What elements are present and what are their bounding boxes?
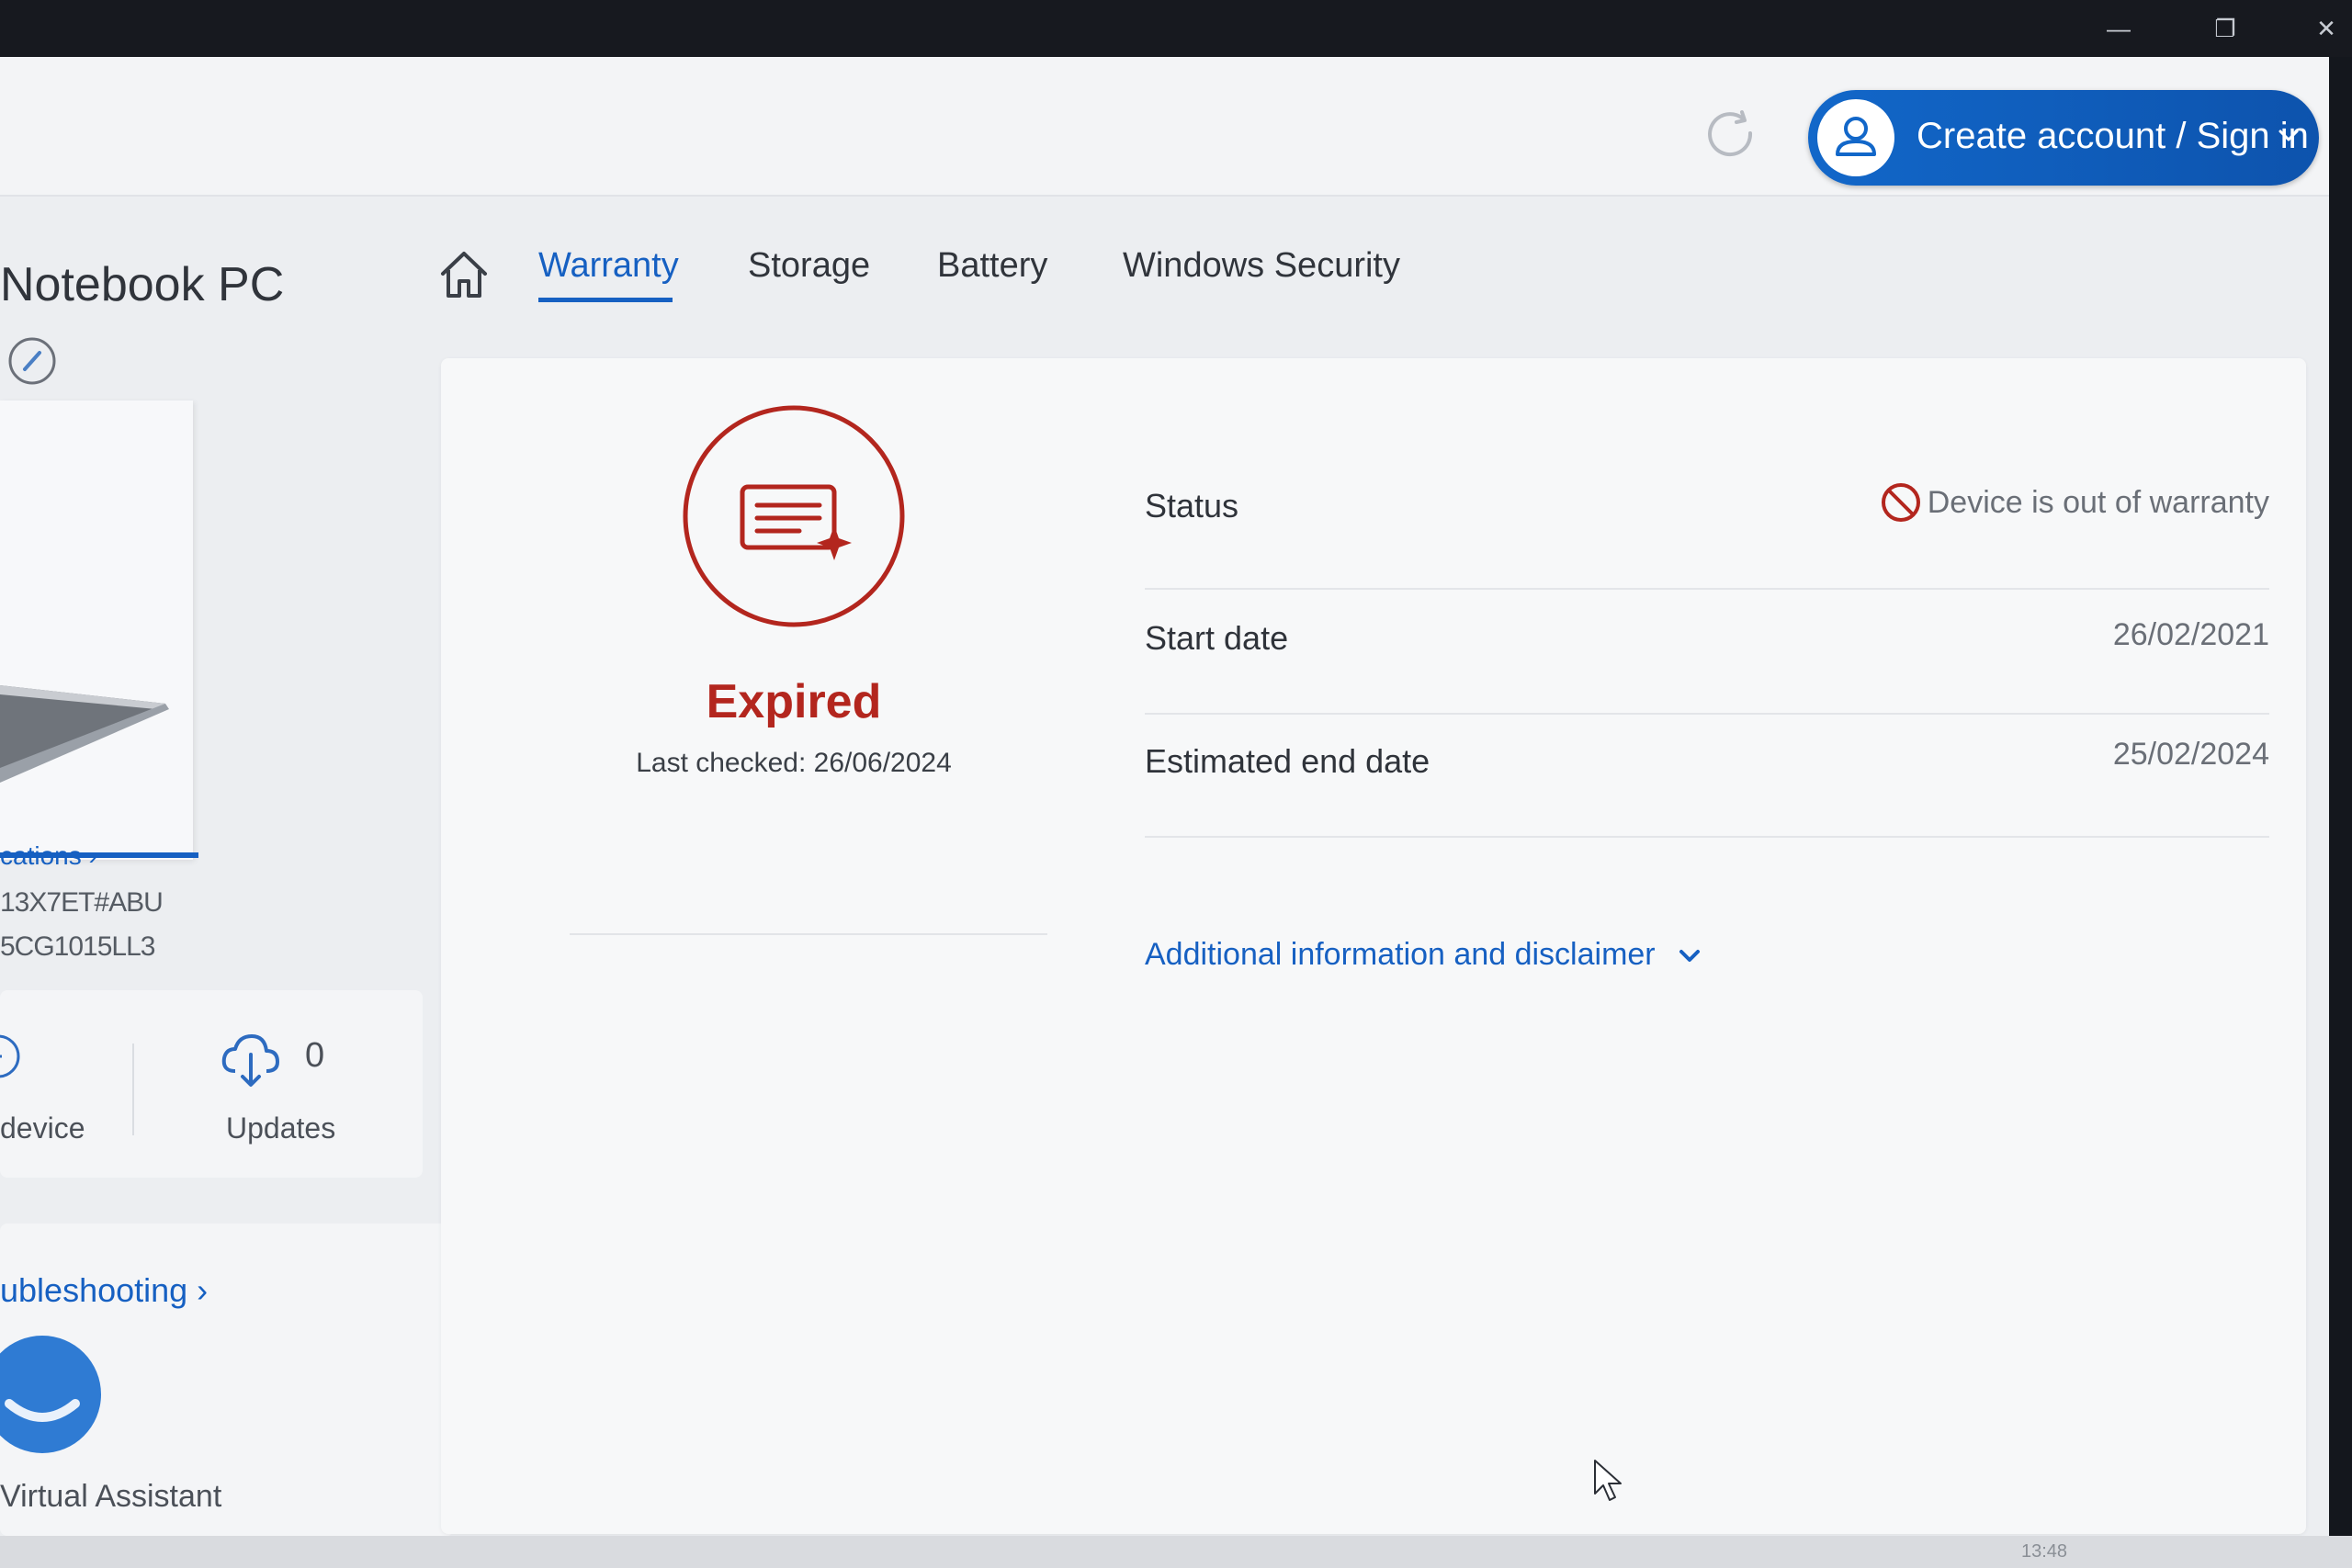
tab-storage[interactable]: Storage	[748, 246, 870, 286]
chevron-down-icon	[2278, 130, 2299, 141]
device-status-icon	[0, 1034, 20, 1078]
virtual-assistant-label[interactable]: Virtual Assistant	[0, 1479, 221, 1515]
row-divider	[1145, 713, 2269, 715]
device-card: cations ›	[0, 400, 193, 870]
device-card-underline	[0, 852, 198, 858]
troubleshooting-card: ubleshooting › Virtual Assistant	[0, 1224, 454, 1536]
user-icon	[1817, 99, 1894, 176]
device-stat-label: device	[0, 1111, 85, 1145]
row-divider	[1145, 836, 2269, 838]
status-value: Device is out of warranty	[1880, 481, 2269, 524]
product-number: 13X7ET#ABU	[0, 887, 164, 918]
start-date-value: 26/02/2021	[2112, 617, 2269, 652]
troubleshooting-link[interactable]: ubleshooting ›	[0, 1271, 208, 1310]
taskbar-clock: 13:48	[2021, 1541, 2068, 1562]
last-checked: Last checked: 26/06/2024	[636, 748, 952, 778]
signin-button[interactable]: Create account / Sign in	[1808, 90, 2319, 186]
active-tab-indicator	[538, 298, 673, 302]
left-divider	[570, 933, 1047, 935]
warranty-document-icon	[683, 405, 905, 627]
mouse-cursor-icon	[1594, 1460, 1622, 1501]
app-window: Create account / Sign in Notebook PC cat…	[0, 57, 2329, 1536]
updates-count: 0	[305, 1036, 325, 1075]
app-header: Create account / Sign in	[0, 57, 2329, 197]
window-caption-bar: — ❐ ✕	[0, 0, 2352, 57]
status-label: Status	[1145, 487, 1239, 525]
device-stats-card: device 0 Updates	[0, 990, 423, 1178]
tab-warranty[interactable]: Warranty	[538, 246, 679, 286]
taskbar	[0, 1536, 2352, 1568]
end-date-label: Estimated end date	[1145, 742, 1430, 780]
no-entry-icon	[1881, 483, 1920, 522]
disclaimer-link[interactable]: Additional information and disclaimer	[1145, 937, 1656, 973]
end-date-value: 25/02/2024	[2112, 737, 2269, 772]
virtual-assistant-icon[interactable]	[0, 1330, 107, 1459]
tab-windows-security[interactable]: Windows Security	[1123, 246, 1400, 286]
updates-label[interactable]: Updates	[226, 1111, 335, 1145]
serial-number: 5CG1015LL3	[0, 931, 155, 962]
edit-icon[interactable]	[6, 334, 59, 388]
warranty-state: Expired	[706, 675, 882, 728]
minimize-button[interactable]: —	[2091, 13, 2146, 44]
restore-button[interactable]: ❐	[2198, 13, 2253, 44]
start-date-label: Start date	[1145, 619, 1289, 657]
warranty-panel: Expired Last checked: 26/06/2024 Status …	[441, 358, 2306, 1534]
stats-divider	[132, 1043, 134, 1135]
tab-battery[interactable]: Battery	[937, 246, 1047, 286]
refresh-icon[interactable]	[1702, 105, 1758, 162]
chevron-down-icon[interactable]	[1674, 941, 1705, 972]
signin-label: Create account / Sign in	[1917, 116, 2309, 156]
close-button[interactable]: ✕	[2299, 13, 2352, 44]
cloud-download-icon[interactable]	[217, 1025, 283, 1091]
status-value-text: Device is out of warranty	[1927, 484, 2269, 520]
home-icon[interactable]	[435, 246, 492, 303]
device-name: Notebook PC	[0, 258, 285, 311]
row-divider	[1145, 588, 2269, 590]
laptop-image	[0, 685, 169, 783]
